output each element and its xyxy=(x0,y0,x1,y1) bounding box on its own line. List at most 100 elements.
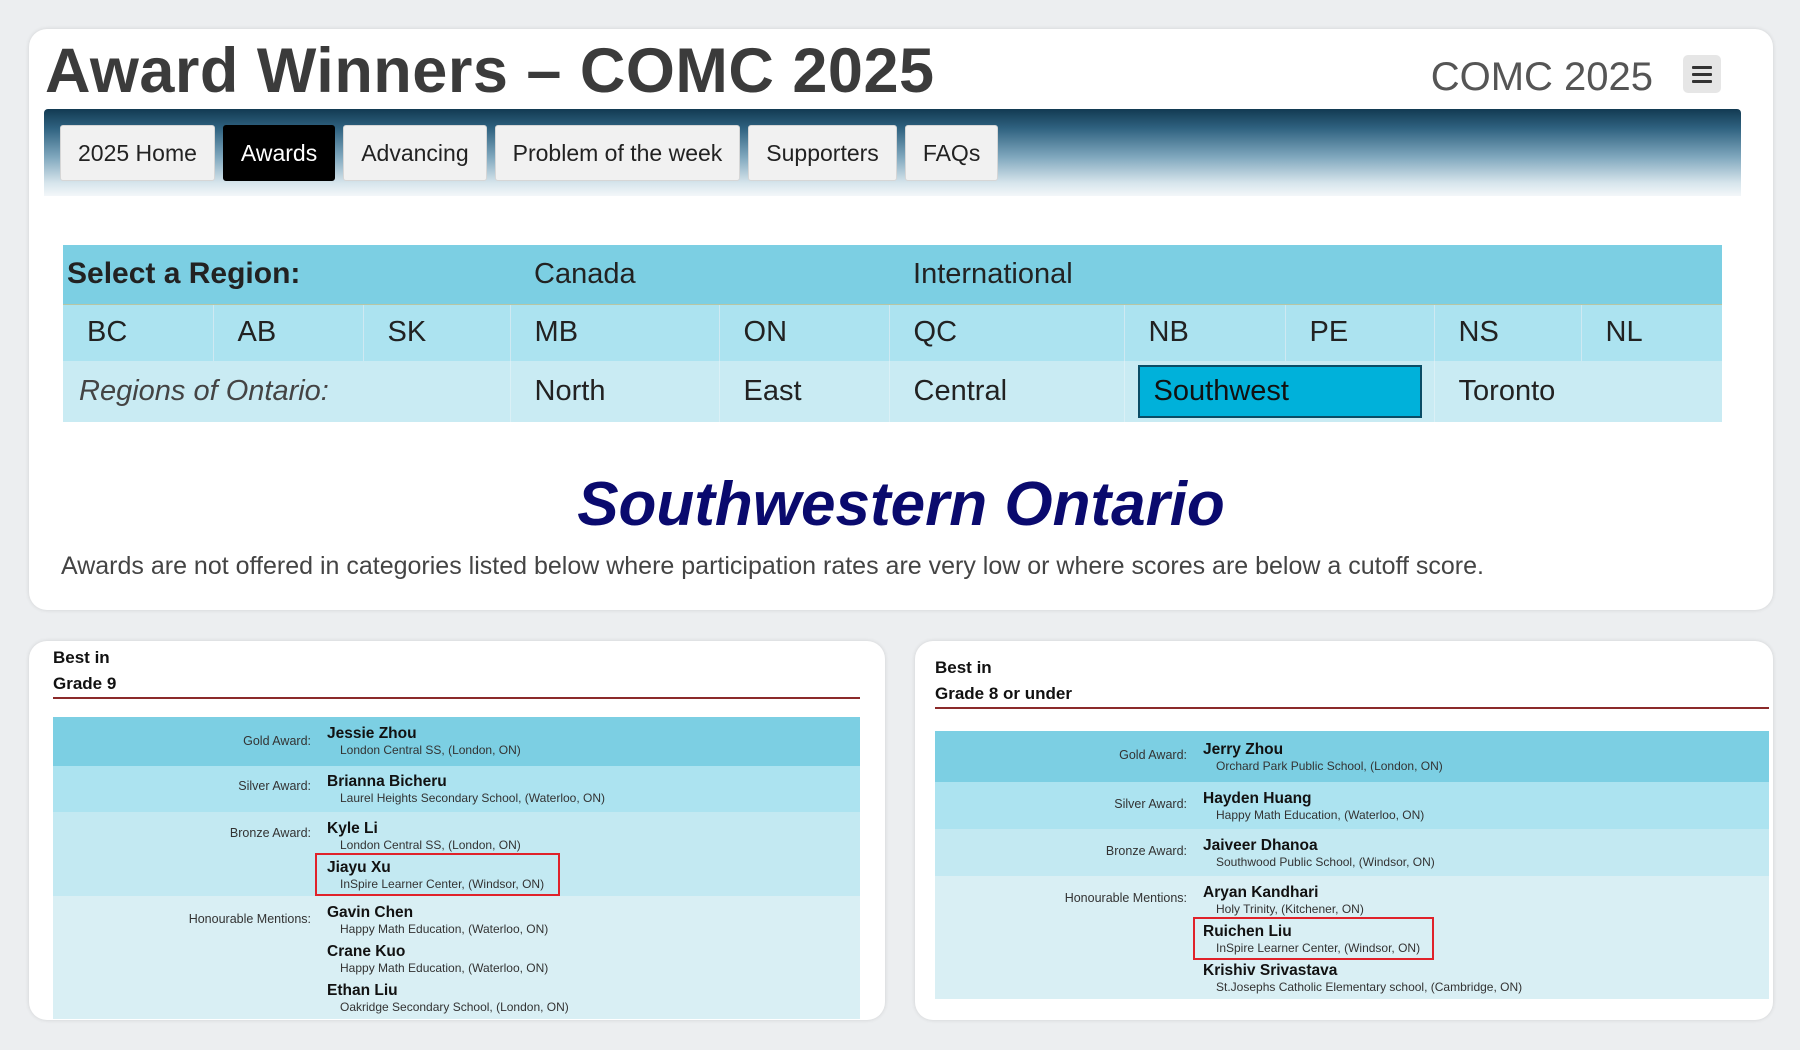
gold-label: Gold Award: xyxy=(53,717,327,766)
winner-school: London Central SS, (London, ON) xyxy=(340,743,521,757)
ontario-region-east[interactable]: East xyxy=(719,361,890,422)
ontario-regions-label: Regions of Ontario: xyxy=(63,361,511,422)
grade9-heading: Best in Grade 9 xyxy=(53,645,860,699)
winner: Crane Kuo Happy Math Education, (Waterlo… xyxy=(327,939,860,978)
grade8-awards-card: Best in Grade 8 or under Gold Award: Jer… xyxy=(915,641,1773,1020)
gold-label: Gold Award: xyxy=(935,731,1203,782)
grade8-heading-line2: Grade 8 or under xyxy=(935,684,1072,703)
winner-name: Aryan Kandhari xyxy=(1203,884,1319,901)
winner-school: Happy Math Education, (Waterloo, ON) xyxy=(1216,808,1425,822)
header-card: Award Winners – COMC 2025 COMC 2025 2025… xyxy=(29,29,1773,610)
winner-name: Hayden Huang xyxy=(1203,790,1312,807)
winner: Jerry Zhou Orchard Park Public School, (… xyxy=(1203,737,1769,776)
winner: Jaiveer Dhanoa Southwood Public School, … xyxy=(1203,833,1769,872)
province-pe[interactable]: PE xyxy=(1285,304,1435,361)
province-nb[interactable]: NB xyxy=(1124,304,1286,361)
hm-label: Honourable Mentions: xyxy=(53,896,327,1019)
winner: Brianna Bicheru Laurel Heights Secondary… xyxy=(327,769,860,808)
province-mb[interactable]: MB xyxy=(510,304,720,361)
winner-school: Happy Math Education, (Waterloo, ON) xyxy=(340,922,549,936)
page-title: Award Winners – COMC 2025 xyxy=(45,36,935,106)
province-ab[interactable]: AB xyxy=(213,304,364,361)
winner-name: Jaiveer Dhanoa xyxy=(1203,837,1318,854)
grade8-heading: Best in Grade 8 or under xyxy=(935,655,1769,709)
winner-school: Happy Math Education, (Waterloo, ON) xyxy=(340,961,549,975)
winner: Gavin Chen Happy Math Education, (Waterl… xyxy=(327,900,860,939)
site-name[interactable]: COMC 2025 xyxy=(1431,55,1653,100)
winner-name: Ethan Liu xyxy=(327,982,398,999)
hm-label: Honourable Mentions: xyxy=(935,876,1203,999)
highlighted-winner: Ruichen Liu InSpire Learner Center, (Win… xyxy=(1192,917,1435,960)
winner-name: Jerry Zhou xyxy=(1203,741,1284,758)
winner-school: Holy Trinity, (Kitchener, ON) xyxy=(1216,902,1364,916)
silver-row: Silver Award: Hayden Huang Happy Math Ed… xyxy=(935,782,1769,829)
tab-awards[interactable]: Awards xyxy=(222,125,336,181)
province-nl[interactable]: NL xyxy=(1581,304,1723,361)
winner-school: Southwood Public School, (Windsor, ON) xyxy=(1216,855,1435,869)
winner-school: Orchard Park Public School, (London, ON) xyxy=(1216,759,1443,773)
winner: Aryan Kandhari Holy Trinity, (Kitchener,… xyxy=(1203,880,1769,919)
region-note: Awards are not offered in categories lis… xyxy=(61,552,1484,580)
winner-name: Gavin Chen xyxy=(327,904,414,921)
region-heading: Southwestern Ontario xyxy=(577,470,1225,539)
highlighted-winner: Jiayu Xu InSpire Learner Center, (Windso… xyxy=(314,853,561,896)
nav-tabs: 2025 Home Awards Advancing Problem of th… xyxy=(60,125,999,181)
honourable-mentions-row: Honourable Mentions: Gavin Chen Happy Ma… xyxy=(53,896,860,1019)
select-region-label: Select a Region: xyxy=(63,245,511,305)
ontario-region-north[interactable]: North xyxy=(510,361,720,422)
ontario-region-southwest[interactable]: Southwest xyxy=(1124,361,1435,422)
ontario-region-toronto[interactable]: Toronto xyxy=(1434,361,1723,422)
silver-label: Silver Award: xyxy=(53,766,327,812)
menu-icon[interactable] xyxy=(1683,55,1721,93)
selected-region[interactable]: Southwest xyxy=(1137,365,1422,418)
winner-name: Jessie Zhou xyxy=(327,725,417,742)
winner-name: Crane Kuo xyxy=(327,943,406,960)
ontario-region-central[interactable]: Central xyxy=(889,361,1125,422)
grade9-award-table: Gold Award: Jessie Zhou London Central S… xyxy=(53,717,860,1019)
bronze-label: Bronze Award: xyxy=(53,812,327,896)
silver-row: Silver Award: Brianna Bicheru Laurel Hei… xyxy=(53,766,860,812)
grade9-heading-line2: Grade 9 xyxy=(53,674,117,693)
nav-bar: 2025 Home Awards Advancing Problem of th… xyxy=(44,109,1741,196)
region-group-canada[interactable]: Canada xyxy=(510,245,890,305)
tab-problem-of-the-week[interactable]: Problem of the week xyxy=(494,125,741,181)
winner-name: Kyle Li xyxy=(327,820,378,837)
tab-supporters[interactable]: Supporters xyxy=(748,125,897,181)
silver-label: Silver Award: xyxy=(935,782,1203,829)
winner: Ethan Liu Oakridge Secondary School, (Lo… xyxy=(327,978,860,1017)
region-selector: Select a Region: Canada International BC… xyxy=(63,245,1723,422)
gold-row: Gold Award: Jessie Zhou London Central S… xyxy=(53,717,860,766)
gold-row: Gold Award: Jerry Zhou Orchard Park Publ… xyxy=(935,731,1769,782)
region-group-international[interactable]: International xyxy=(889,245,1723,305)
grade9-heading-line1: Best in xyxy=(53,648,110,667)
winner-school: London Central SS, (London, ON) xyxy=(340,838,521,852)
winner-name: Jiayu Xu xyxy=(327,859,391,876)
winner-name: Ruichen Liu xyxy=(1203,923,1292,940)
grade8-award-table: Gold Award: Jerry Zhou Orchard Park Publ… xyxy=(935,731,1769,999)
province-sk[interactable]: SK xyxy=(363,304,511,361)
winner: Jessie Zhou London Central SS, (London, … xyxy=(327,721,860,760)
bronze-row: Bronze Award: Jaiveer Dhanoa Southwood P… xyxy=(935,829,1769,876)
winner-school: Laurel Heights Secondary School, (Waterl… xyxy=(340,791,606,805)
winner: Krishiv Srivastava St.Josephs Catholic E… xyxy=(1203,958,1769,997)
province-on[interactable]: ON xyxy=(719,304,890,361)
winner-name: Brianna Bicheru xyxy=(327,773,447,790)
winner: Hayden Huang Happy Math Education, (Wate… xyxy=(1203,786,1769,825)
winner-school: St.Josephs Catholic Elementary school, (… xyxy=(1216,980,1523,994)
tab-advancing[interactable]: Advancing xyxy=(343,125,487,181)
winner-school: Oakridge Secondary School, (London, ON) xyxy=(340,1000,569,1014)
winner: Kyle Li London Central SS, (London, ON) xyxy=(327,816,860,855)
tab-home[interactable]: 2025 Home xyxy=(60,125,215,181)
province-qc[interactable]: QC xyxy=(889,304,1125,361)
bronze-row: Bronze Award: Kyle Li London Central SS,… xyxy=(53,812,860,896)
bronze-label: Bronze Award: xyxy=(935,829,1203,876)
honourable-mentions-row: Honourable Mentions: Aryan Kandhari Holy… xyxy=(935,876,1769,999)
province-ns[interactable]: NS xyxy=(1434,304,1582,361)
province-bc[interactable]: BC xyxy=(63,304,214,361)
tab-faqs[interactable]: FAQs xyxy=(904,125,999,181)
grade9-awards-card: Best in Grade 9 Gold Award: Jessie Zhou … xyxy=(29,641,885,1020)
grade8-heading-line1: Best in xyxy=(935,658,992,677)
winner-name: Krishiv Srivastava xyxy=(1203,962,1338,979)
winner-school: InSpire Learner Center, (Windsor, ON) xyxy=(1216,941,1421,955)
winner-school: InSpire Learner Center, (Windsor, ON) xyxy=(340,877,545,891)
